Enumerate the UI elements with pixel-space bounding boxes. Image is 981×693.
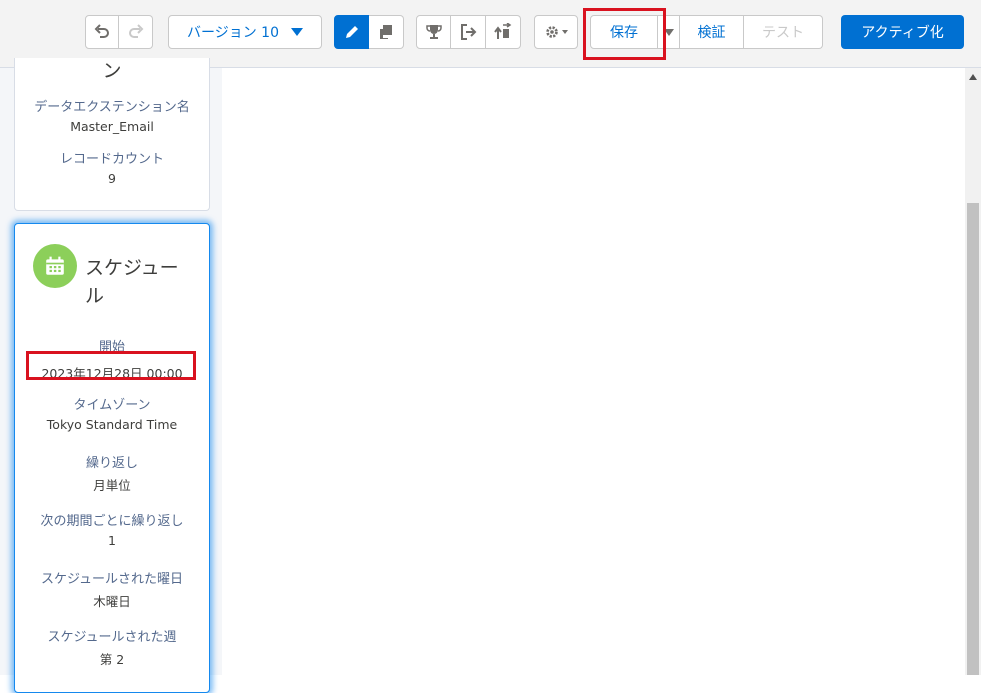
caret-down-icon xyxy=(290,28,303,36)
week-value: 第 2 xyxy=(99,652,125,667)
test-label: テスト xyxy=(762,25,804,41)
calendar-icon xyxy=(33,244,77,288)
mode-group xyxy=(334,15,404,49)
save-label: 保存 xyxy=(610,25,638,41)
validate-label: 検証 xyxy=(697,25,726,41)
caret-down-icon xyxy=(663,28,674,36)
interval-field: 次の期間ごとに繰り返し 1 xyxy=(15,510,209,548)
entry-source-panel: ン データエクステンション名 Master_Email レコードカウント 9 ス… xyxy=(0,58,222,693)
version-label: バージョン 10 xyxy=(187,25,279,41)
start-value: 2023年12月28日 00:00 xyxy=(41,366,183,381)
de-name-field: データエクステンション名 Master_Email xyxy=(15,96,209,134)
timezone-field: タイムゾーン Tokyo Standard Time xyxy=(15,394,209,432)
version-dropdown[interactable]: バージョン 10 xyxy=(168,15,322,49)
start-label: 開始 xyxy=(98,340,125,355)
scroll-up-arrow-icon[interactable] xyxy=(969,74,977,80)
history-group xyxy=(85,15,153,49)
save-button[interactable]: 保存 xyxy=(590,15,658,49)
schedule-title-line2: ル xyxy=(85,285,105,307)
repeat-value: 月単位 xyxy=(93,478,131,493)
record-count-label: レコードカウント xyxy=(59,152,164,167)
trophy-icon xyxy=(425,25,442,39)
gear-icon xyxy=(546,26,558,38)
schedule-card[interactable]: スケジュー ル 開始 2023年12月28日 00:00 タイムゾーン Toky… xyxy=(14,223,210,693)
start-field: 開始 2023年12月28日 00:00 xyxy=(15,336,209,382)
settings-button[interactable] xyxy=(534,15,578,49)
timezone-value: Tokyo Standard Time xyxy=(46,417,178,432)
redo-button[interactable] xyxy=(119,15,153,49)
caret-down-icon xyxy=(562,30,568,34)
card-title-fragment: ン xyxy=(102,60,122,82)
journey-canvas[interactable] xyxy=(222,68,965,675)
undo-icon xyxy=(94,24,109,38)
weekday-label: スケジュールされた曜日 xyxy=(40,572,184,587)
timezone-label: タイムゾーン xyxy=(73,398,151,413)
repeat-label: 繰り返し xyxy=(85,456,138,471)
de-name-label: データエクステンション名 xyxy=(34,100,190,115)
record-count-field: レコードカウント 9 xyxy=(15,148,209,186)
validate-button[interactable]: 検証 xyxy=(680,15,744,49)
exit-icon xyxy=(461,24,477,40)
undo-button[interactable] xyxy=(85,15,119,49)
week-field: スケジュールされた週 第 2 xyxy=(15,626,209,668)
activate-label: アクティブ化 xyxy=(861,25,944,41)
record-count-value: 9 xyxy=(108,171,116,186)
save-options-button[interactable] xyxy=(658,15,680,49)
edit-mode-button[interactable] xyxy=(334,15,369,49)
schedule-title-line1: スケジュー xyxy=(85,257,179,279)
data-extension-card[interactable]: ン データエクステンション名 Master_Email レコードカウント 9 xyxy=(14,58,210,211)
canvas-scrollbar[interactable] xyxy=(965,68,981,675)
repeat-field: 繰り返し 月単位 xyxy=(15,452,209,494)
activate-button[interactable]: アクティブ化 xyxy=(841,15,964,49)
de-name-value: Master_Email xyxy=(70,119,154,134)
weekday-value: 木曜日 xyxy=(93,594,131,609)
exit-criteria-button[interactable] xyxy=(451,15,486,49)
pencil-icon xyxy=(345,26,358,38)
goal-button[interactable] xyxy=(416,15,451,49)
schedule-title: スケジュー ル xyxy=(85,254,195,310)
swap-icon xyxy=(494,23,512,39)
swap-button[interactable] xyxy=(486,15,521,49)
interval-value: 1 xyxy=(108,533,116,548)
test-button[interactable]: テスト xyxy=(744,15,823,49)
journey-settings-group xyxy=(416,15,521,49)
copy-mode-button[interactable] xyxy=(369,15,404,49)
copy-icon xyxy=(380,25,392,39)
save-group: 保存 検証 テスト xyxy=(590,15,823,49)
scroll-thumb[interactable] xyxy=(967,203,979,675)
weekday-field: スケジュールされた曜日 木曜日 xyxy=(15,568,209,610)
interval-label: 次の期間ごとに繰り返し xyxy=(40,514,184,529)
week-label: スケジュールされた週 xyxy=(47,630,177,645)
redo-icon xyxy=(128,24,143,38)
